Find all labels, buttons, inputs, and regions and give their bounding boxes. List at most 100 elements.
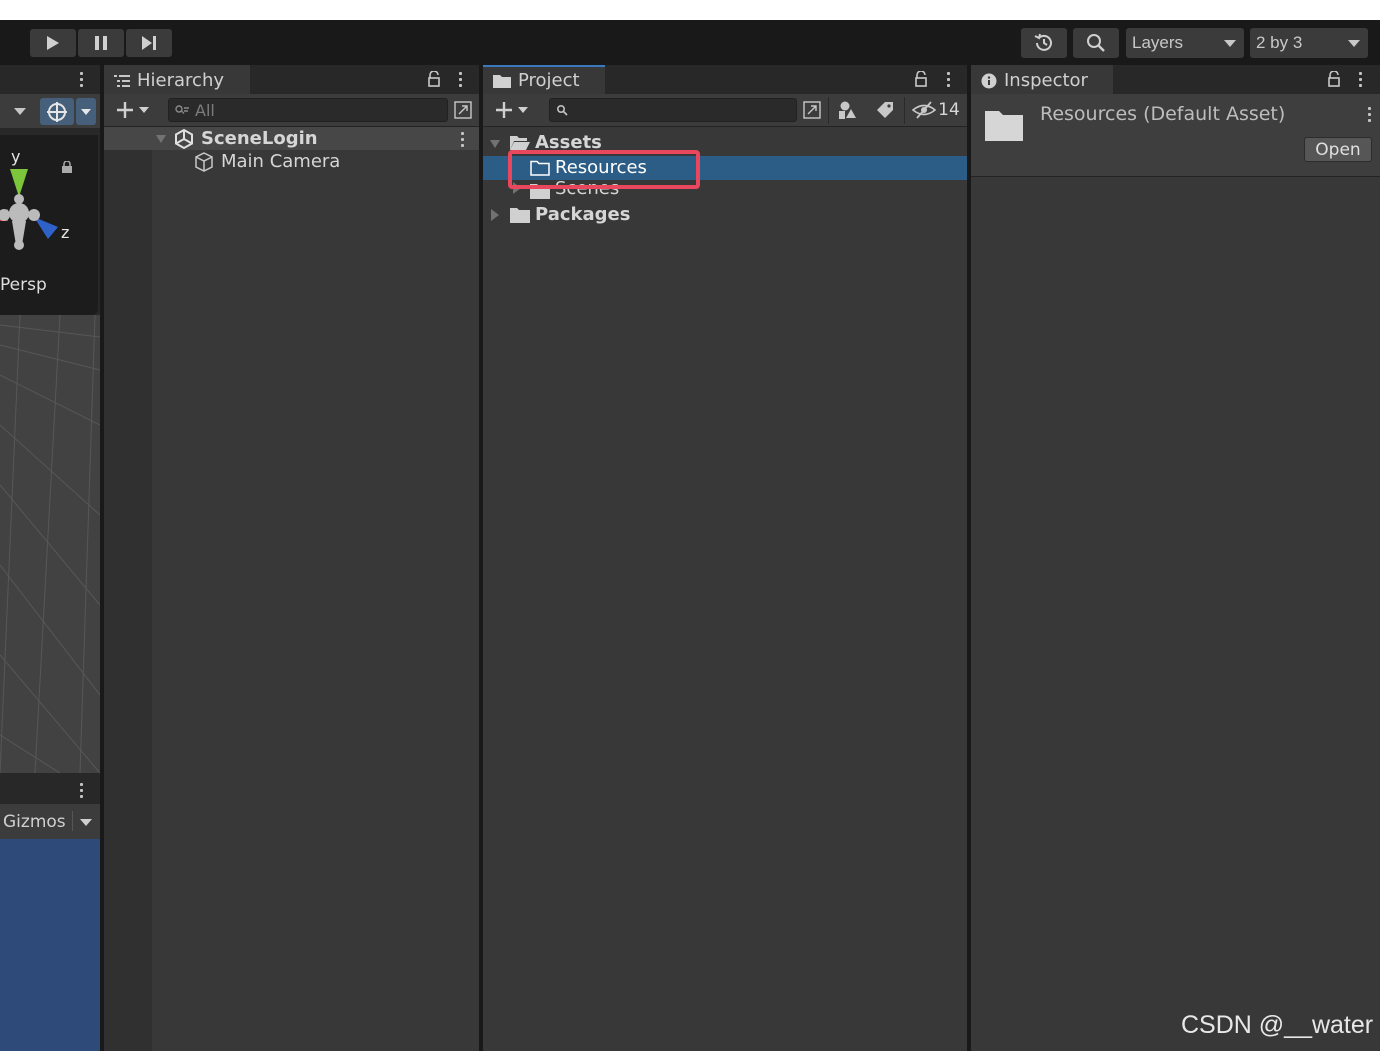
tag-icon: [876, 101, 894, 119]
lock-icon[interactable]: [1328, 71, 1340, 87]
layout-label: 2 by 3: [1256, 33, 1303, 52]
scene-toolbar: [0, 94, 100, 128]
lock-icon[interactable]: [62, 161, 72, 173]
open-button[interactable]: Open: [1304, 137, 1372, 162]
play-button[interactable]: [30, 29, 76, 57]
history-icon: [1033, 32, 1055, 54]
scene-visibility-button[interactable]: [452, 99, 474, 121]
step-button[interactable]: [126, 29, 172, 57]
tab-hierarchy[interactable]: Hierarchy: [104, 65, 250, 94]
inspector-tab-bar: Inspector: [971, 65, 1380, 94]
search-placeholder: All: [195, 100, 215, 120]
layers-label: Layers: [1132, 33, 1184, 52]
chevron-down-icon: [138, 107, 149, 113]
tab-project[interactable]: Project: [483, 65, 605, 94]
search-icon: [1085, 32, 1107, 54]
hierarchy-panel: Hierarchy All SceneLogin Main Camera: [104, 65, 479, 1051]
game-menu-icon[interactable]: [79, 783, 83, 798]
hierarchy-gutter: [104, 127, 152, 1051]
chevron-down-icon: [1348, 40, 1360, 47]
tab-label: Hierarchy: [137, 70, 225, 91]
open-button-label: Open: [1315, 139, 1361, 160]
gizmo-dropdown-button[interactable]: [76, 98, 96, 125]
packages-label: Packages: [535, 204, 631, 225]
expand-window-icon: [454, 101, 472, 119]
folder-icon: [510, 207, 530, 223]
move-tool-icon: [46, 101, 68, 123]
open-folder-icon: [510, 135, 530, 151]
hidden-packages-button[interactable]: 14: [911, 98, 961, 122]
asset-title: Resources (Default Asset): [1040, 103, 1286, 125]
hierarchy-search-input[interactable]: All: [168, 98, 448, 122]
toolbar-separator: [828, 97, 829, 124]
orientation-gizmo[interactable]: y z Persp: [0, 135, 98, 315]
lock-icon[interactable]: [428, 71, 440, 87]
expand-window-icon: [803, 101, 821, 119]
gizmos-button[interactable]: Gizmos: [3, 812, 66, 832]
chevron-down-icon[interactable]: [80, 819, 92, 826]
gizmos-separator: [72, 811, 73, 831]
inspector-panel: Inspector Resources (Default Asset) Open…: [971, 65, 1380, 1051]
plus-icon: [495, 101, 513, 119]
create-asset-button[interactable]: [491, 99, 531, 121]
scene-tab-bar: [0, 65, 100, 94]
search-button[interactable]: [1073, 28, 1119, 58]
asset-menu-icon[interactable]: [1367, 107, 1371, 122]
persp-label[interactable]: Persp: [0, 275, 47, 295]
lock-icon[interactable]: [915, 71, 927, 87]
scene-row-menu-icon[interactable]: [460, 132, 464, 147]
axis-z-label: z: [61, 223, 70, 242]
eye-slash-icon: [912, 101, 937, 119]
game-viewport[interactable]: [0, 839, 100, 1051]
hierarchy-tab-bar: Hierarchy: [104, 65, 479, 94]
filter-by-type-button[interactable]: [835, 99, 859, 121]
project-search-input[interactable]: [549, 98, 797, 122]
scene-panel: y z Persp Gizmos: [0, 65, 100, 1051]
step-icon: [141, 35, 157, 51]
pause-icon: [94, 35, 108, 51]
project-toolbar: 14: [483, 94, 967, 127]
create-button[interactable]: [112, 99, 152, 121]
layout-dropdown[interactable]: 2 by 3: [1250, 28, 1368, 58]
project-tab-bar: Project: [483, 65, 967, 94]
project-panel: Project 14 Assets Scenes Resources Packa…: [483, 65, 967, 1051]
watermark: CSDN @__water: [1181, 1011, 1374, 1039]
hierarchy-menu-icon[interactable]: [458, 72, 462, 87]
plus-icon: [116, 101, 134, 119]
search-icon: [556, 104, 568, 116]
scene-name: SceneLogin: [201, 128, 318, 149]
resources-highlight-box: [508, 150, 700, 189]
project-tree-packages-row[interactable]: Packages: [483, 203, 967, 227]
inspector-header: Resources (Default Asset) Open: [971, 94, 1380, 177]
scene-row[interactable]: SceneLogin: [104, 127, 479, 150]
game-toolbar: Gizmos: [0, 804, 100, 839]
tab-inspector[interactable]: Inspector: [971, 65, 1113, 94]
search-window-button[interactable]: [801, 99, 823, 121]
hierarchy-item-row[interactable]: Main Camera: [104, 150, 479, 173]
tab-label: Inspector: [1004, 70, 1088, 91]
folder-icon: [985, 109, 1023, 141]
unity-scene-icon: [174, 129, 194, 149]
axis-gizmo-icon: [0, 169, 62, 251]
expand-arrow-icon[interactable]: [491, 209, 499, 221]
expand-arrow-icon[interactable]: [490, 140, 500, 148]
project-menu-icon[interactable]: [946, 72, 950, 87]
layers-dropdown[interactable]: Layers: [1126, 28, 1244, 58]
hierarchy-item-label: Main Camera: [221, 151, 341, 172]
hierarchy-toolbar: All: [104, 94, 479, 127]
info-icon: [981, 73, 997, 89]
chevron-down-icon[interactable]: [14, 108, 26, 115]
chevron-down-icon: [517, 107, 528, 113]
expand-arrow-icon[interactable]: [156, 135, 166, 143]
pause-button[interactable]: [78, 29, 124, 57]
chevron-down-icon: [81, 108, 91, 115]
scene-menu-icon[interactable]: [79, 72, 83, 87]
inspector-menu-icon[interactable]: [1358, 72, 1362, 87]
history-button[interactable]: [1021, 28, 1067, 58]
scene-viewport[interactable]: [0, 315, 100, 773]
play-icon: [46, 35, 60, 51]
gizmo-toggle-button[interactable]: [40, 98, 74, 125]
game-tab-bar: [0, 775, 100, 804]
filter-by-label-button[interactable]: [873, 99, 897, 121]
folder-icon: [493, 74, 511, 88]
